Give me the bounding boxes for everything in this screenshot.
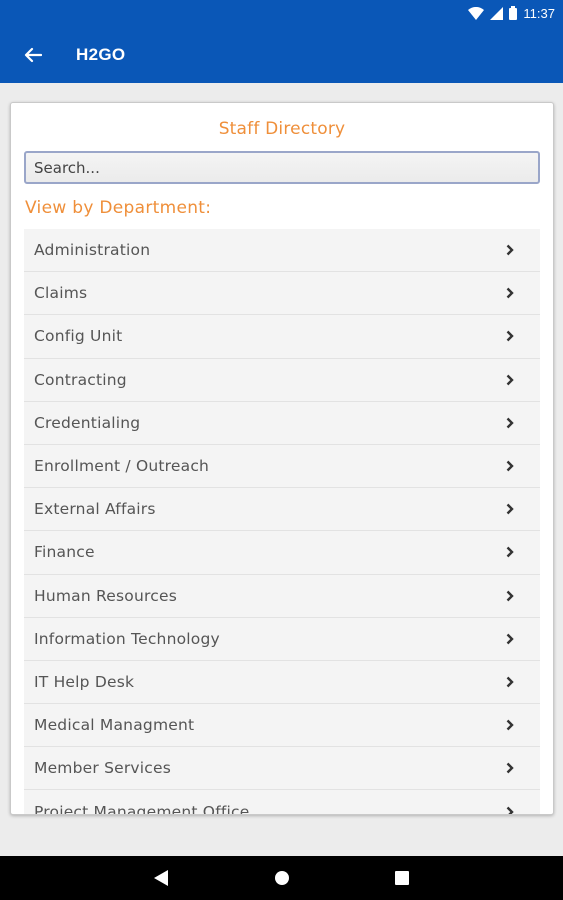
- department-item[interactable]: Human Resources: [24, 574, 540, 618]
- system-nav-bar: [0, 856, 563, 900]
- department-name: Member Services: [34, 759, 172, 778]
- department-name: Credentialing: [34, 413, 141, 432]
- department-name: Enrollment / Outreach: [34, 457, 210, 476]
- department-item[interactable]: IT Help Desk: [24, 660, 540, 705]
- chevron-right-icon: [506, 331, 514, 342]
- card-title: Staff Directory: [218, 119, 346, 139]
- search-input[interactable]: [24, 151, 540, 184]
- department-name: External Affairs: [34, 500, 156, 519]
- chevron-right-icon: [506, 806, 514, 814]
- department-name: Information Technology: [34, 629, 220, 648]
- department-item[interactable]: Administration: [24, 229, 540, 273]
- department-item[interactable]: Config Unit: [24, 315, 540, 359]
- section-label: View by Department:: [25, 198, 212, 218]
- department-item[interactable]: Credentialing: [24, 401, 540, 445]
- department-item[interactable]: Project Management Office: [24, 790, 540, 815]
- battery-icon: [509, 6, 518, 20]
- department-item[interactable]: Member Services: [24, 747, 540, 791]
- department-name: Claims: [34, 284, 88, 303]
- chevron-right-icon: [506, 374, 514, 386]
- app-bar: H2GO: [0, 26, 563, 83]
- chevron-right-icon: [506, 762, 514, 774]
- chevron-right-icon: [506, 503, 514, 515]
- app-title: H2GO: [76, 44, 126, 64]
- department-name: Administration: [34, 241, 151, 260]
- wifi-icon: [468, 6, 485, 20]
- department-item[interactable]: Contracting: [24, 358, 540, 402]
- department-name: Human Resources: [34, 586, 177, 605]
- department-name: Config Unit: [34, 327, 123, 346]
- chevron-right-icon: [506, 719, 514, 731]
- department-name: IT Help Desk: [34, 672, 135, 691]
- department-list: Administration Claims Config Unit Contracti…: [24, 229, 540, 815]
- back-button[interactable]: [0, 26, 68, 83]
- triangle-back-icon[interactable]: [154, 870, 168, 886]
- arrow-left-icon: [24, 47, 42, 62]
- status-time: 11:37: [523, 5, 555, 21]
- department-item[interactable]: Medical Managment: [24, 704, 540, 748]
- chevron-right-icon: [506, 244, 514, 256]
- department-item[interactable]: External Affairs: [24, 488, 540, 532]
- chevron-right-icon: [506, 633, 514, 645]
- department-name: Finance: [34, 543, 95, 562]
- department-item[interactable]: Information Technology: [24, 617, 540, 661]
- chevron-right-icon: [506, 460, 514, 472]
- chevron-right-icon: [506, 676, 514, 688]
- status-bar: 11:37: [0, 0, 563, 26]
- circle-home-icon[interactable]: [274, 870, 290, 886]
- department-item[interactable]: Finance: [24, 531, 540, 575]
- department-name: Contracting: [34, 370, 127, 389]
- department-item[interactable]: Enrollment / Outreach: [24, 444, 540, 489]
- chevron-right-icon: [506, 417, 514, 429]
- square-recents-icon[interactable]: [395, 870, 409, 886]
- department-name: Medical Managment: [34, 716, 195, 735]
- staff-directory-card: Staff Directory View by Department: Admi…: [10, 102, 554, 815]
- content-area: Staff Directory View by Department: Admi…: [0, 83, 563, 856]
- chevron-right-icon: [506, 590, 514, 601]
- department-name: Project Management Office: [34, 802, 250, 815]
- department-item[interactable]: Claims: [24, 272, 540, 316]
- chevron-right-icon: [506, 547, 514, 558]
- chevron-right-icon: [506, 287, 514, 299]
- signal-icon: [490, 6, 504, 20]
